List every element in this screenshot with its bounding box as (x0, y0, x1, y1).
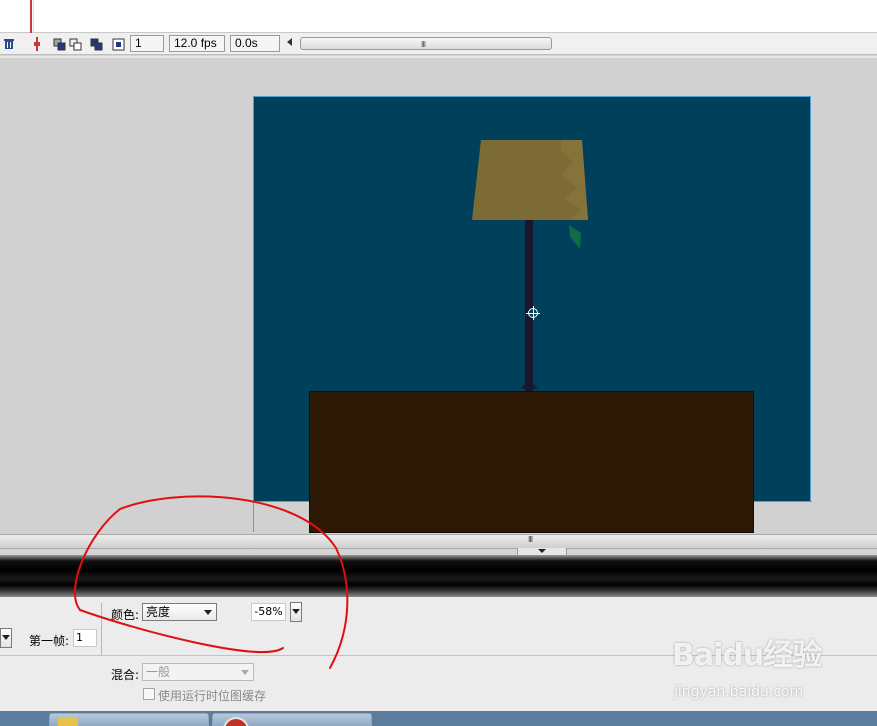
timeline-scrollbar[interactable]: III (300, 37, 552, 50)
blend-label: 混合: (111, 668, 140, 682)
flash-editor-window: 1 12.0 fps 0.0s III III 第一帧: 1 颜色: 亮度 -5… (0, 0, 877, 726)
chevron-down-icon (241, 670, 249, 675)
color-effect-dropdown[interactable]: 亮度 (142, 603, 217, 621)
onion-skin-icon[interactable] (51, 36, 67, 52)
brightness-slider-button[interactable] (290, 602, 302, 622)
bitmap-cache-checkbox[interactable] (143, 688, 155, 700)
scroll-left-arrow-icon[interactable] (287, 38, 292, 46)
edit-multiple-frames-icon[interactable] (88, 36, 104, 52)
splitter-grip[interactable]: III (528, 535, 533, 544)
watermark-logo: Baidu经验 (672, 638, 822, 673)
timeline-frames[interactable] (0, 0, 877, 33)
taskbar (0, 711, 877, 726)
left-dropdown-button[interactable] (0, 628, 12, 648)
watermark-url: jingyan.baidu.com (674, 684, 804, 700)
app-icon (223, 717, 249, 726)
stage[interactable] (253, 96, 812, 533)
panel-header-band (0, 555, 877, 597)
lamp-graphic[interactable] (469, 137, 599, 417)
watermark: Baidu经验 jingyan.baidu.com (672, 630, 822, 700)
table-graphic[interactable] (309, 391, 754, 533)
taskbar-explorer-button[interactable] (49, 713, 209, 726)
bitmap-cache-label: 使用运行时位图缓存 (158, 689, 267, 703)
lamp-tassel (569, 225, 581, 249)
current-frame-field: 1 (130, 35, 164, 52)
taskbar-flash-button[interactable] (212, 713, 372, 726)
first-frame-input[interactable]: 1 (73, 629, 97, 647)
registration-point-icon (526, 306, 540, 320)
chevron-down-icon (204, 610, 212, 615)
center-frame-icon[interactable] (29, 36, 45, 52)
trash-icon[interactable] (1, 36, 17, 52)
blend-mode-dropdown[interactable]: 一般 (142, 663, 254, 681)
color-label: 颜色: (111, 608, 140, 622)
elapsed-time-field: 0.0s (230, 35, 280, 52)
frame-rate-field[interactable]: 12.0 fps (169, 35, 225, 52)
frame-divider (33, 0, 34, 33)
blend-mode-value: 一般 (146, 665, 171, 679)
brightness-input[interactable]: -58% (251, 603, 286, 621)
folder-icon (58, 717, 78, 726)
playhead[interactable] (30, 0, 32, 33)
panel-splitter[interactable]: III (0, 534, 877, 549)
onion-outline-icon[interactable] (67, 36, 83, 52)
work-area (0, 56, 877, 534)
timeline-toolbar: 1 12.0 fps 0.0s III (0, 33, 877, 55)
modify-onion-markers-icon[interactable] (110, 36, 126, 52)
first-frame-label: 第一帧: (29, 634, 70, 648)
scroll-grip[interactable]: III (421, 40, 426, 49)
color-effect-value: 亮度 (146, 605, 171, 619)
panel-divider (101, 603, 102, 655)
